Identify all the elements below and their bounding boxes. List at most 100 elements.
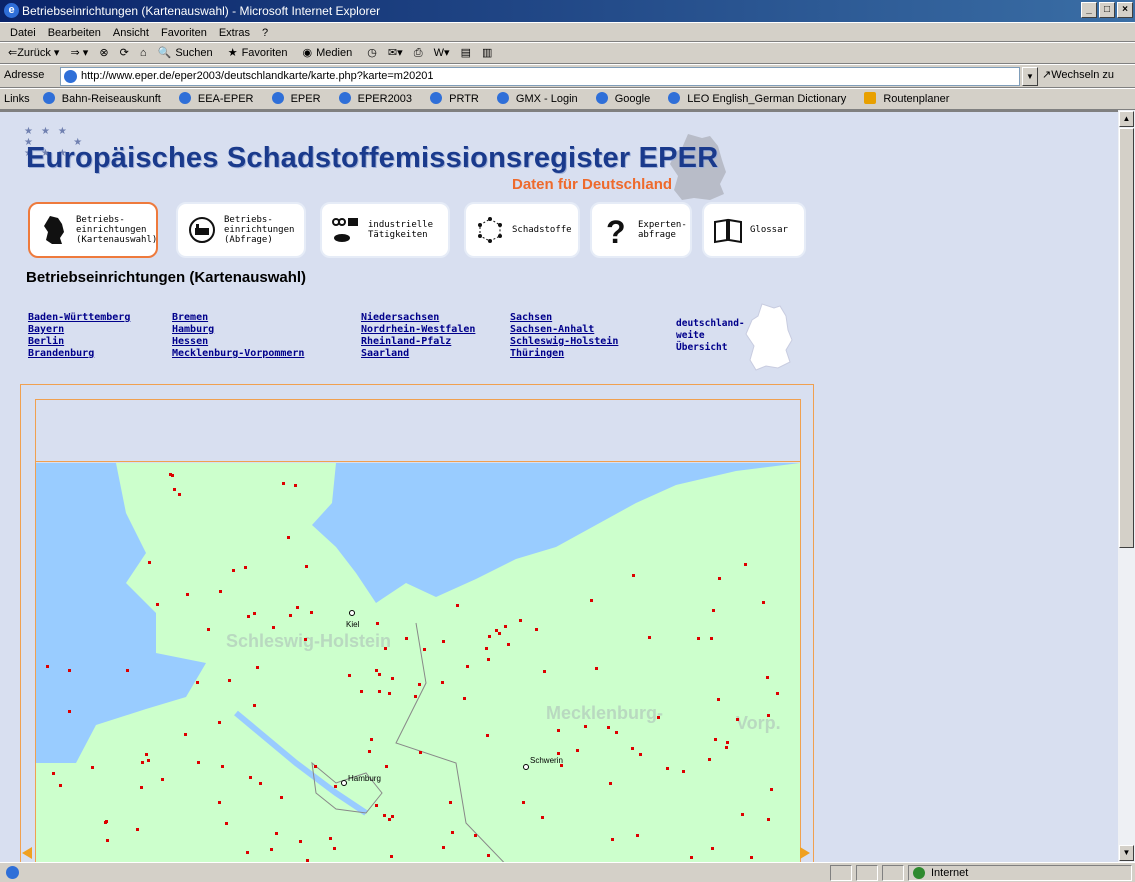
state-link[interactable]: Nordrhein-Westfalen <box>361 324 475 336</box>
facility-marker[interactable] <box>456 604 459 607</box>
facility-marker[interactable] <box>360 690 363 693</box>
facility-marker[interactable] <box>104 821 107 824</box>
facility-marker[interactable] <box>304 638 307 641</box>
facility-marker[interactable] <box>767 818 770 821</box>
facility-marker[interactable] <box>595 667 598 670</box>
facility-marker[interactable] <box>717 698 720 701</box>
address-input[interactable]: http://www.eper.de/eper2003/deutschlandk… <box>60 67 1020 86</box>
scroll-down-arrow[interactable]: ▼ <box>1119 845 1134 861</box>
go-button[interactable]: ↗Wechseln zu <box>1042 65 1114 85</box>
link-google[interactable]: Google <box>591 92 660 105</box>
link-gmx[interactable]: GMX - Login <box>492 92 588 105</box>
facility-marker[interactable] <box>576 749 579 752</box>
print-icon[interactable]: ⎙ <box>410 47 427 59</box>
facility-marker[interactable] <box>648 636 651 639</box>
facility-marker[interactable] <box>442 846 445 849</box>
facility-marker[interactable] <box>232 569 235 572</box>
menu-datei[interactable]: Datei <box>0 27 42 39</box>
facility-marker[interactable] <box>178 493 181 496</box>
facility-marker[interactable] <box>299 840 302 843</box>
facility-marker[interactable] <box>218 801 221 804</box>
facility-marker[interactable] <box>383 814 386 817</box>
facility-marker[interactable] <box>636 834 639 837</box>
facility-marker[interactable] <box>770 788 773 791</box>
facility-marker[interactable] <box>147 759 150 762</box>
state-link[interactable]: Thüringen <box>510 348 618 360</box>
facility-marker[interactable] <box>272 626 275 629</box>
menu-bearbeiten[interactable]: Bearbeiten <box>42 27 107 39</box>
facility-marker[interactable] <box>59 784 62 787</box>
facility-marker[interactable] <box>91 766 94 769</box>
scroll-thumb[interactable] <box>1119 128 1134 548</box>
facility-marker[interactable] <box>405 637 408 640</box>
facility-marker[interactable] <box>256 666 259 669</box>
facility-marker[interactable] <box>219 590 222 593</box>
state-link[interactable]: Sachsen <box>510 312 618 324</box>
scroll-up-arrow[interactable]: ▲ <box>1119 111 1134 127</box>
facility-marker[interactable] <box>228 679 231 682</box>
facility-map[interactable]: Schleswig-Holstein Mecklenburg- Vorp. Ki… <box>36 463 800 862</box>
search-button[interactable]: 🔍 Suchen <box>154 47 221 59</box>
facility-marker[interactable] <box>609 782 612 785</box>
facility-marker[interactable] <box>543 670 546 673</box>
facility-marker[interactable] <box>378 673 381 676</box>
state-link[interactable]: Bremen <box>172 312 304 324</box>
facility-marker[interactable] <box>557 752 560 755</box>
facility-marker[interactable] <box>666 767 669 770</box>
facility-marker[interactable] <box>310 611 313 614</box>
germany-overview-map-icon[interactable] <box>740 302 796 372</box>
facility-marker[interactable] <box>270 848 273 851</box>
facility-marker[interactable] <box>682 770 685 773</box>
facility-marker[interactable] <box>287 536 290 539</box>
facility-marker[interactable] <box>776 692 779 695</box>
facility-marker[interactable] <box>495 629 498 632</box>
facility-marker[interactable] <box>52 772 55 775</box>
facility-marker[interactable] <box>590 599 593 602</box>
facility-marker[interactable] <box>294 484 297 487</box>
facility-marker[interactable] <box>712 609 715 612</box>
facility-marker[interactable] <box>106 839 109 842</box>
facility-marker[interactable] <box>584 725 587 728</box>
facility-marker[interactable] <box>68 710 71 713</box>
facility-marker[interactable] <box>126 669 129 672</box>
link-leo[interactable]: LEO English_German Dictionary <box>663 92 856 105</box>
facility-marker[interactable] <box>441 681 444 684</box>
facility-marker[interactable] <box>423 648 426 651</box>
favorites-button[interactable]: ★ Favoriten <box>224 47 296 59</box>
facility-marker[interactable] <box>632 574 635 577</box>
facility-marker[interactable] <box>218 721 221 724</box>
link-routenplaner[interactable]: Routenplaner <box>859 92 959 105</box>
refresh-icon[interactable]: ⟳ <box>116 47 133 59</box>
facility-marker[interactable] <box>418 683 421 686</box>
state-link[interactable]: Rheinland-Pfalz <box>361 336 475 348</box>
facility-marker[interactable] <box>726 741 729 744</box>
facility-marker[interactable] <box>631 747 634 750</box>
state-link[interactable]: Berlin <box>28 336 130 348</box>
mail-icon[interactable]: ✉▾ <box>384 47 407 59</box>
state-link[interactable]: Niedersachsen <box>361 312 475 324</box>
facility-marker[interactable] <box>136 828 139 831</box>
vertical-scrollbar[interactable]: ▲ ▼ <box>1118 110 1135 862</box>
facility-marker[interactable] <box>519 619 522 622</box>
link-prtr[interactable]: PRTR <box>425 92 489 105</box>
facility-marker[interactable] <box>173 488 176 491</box>
facility-marker[interactable] <box>697 637 700 640</box>
facility-marker[interactable] <box>414 695 417 698</box>
link-eea-eper[interactable]: EEA-EPER <box>174 92 264 105</box>
facility-marker[interactable] <box>289 614 292 617</box>
facility-marker[interactable] <box>504 625 507 628</box>
media-button[interactable]: ◉ Medien <box>299 47 361 59</box>
facility-marker[interactable] <box>334 785 337 788</box>
facility-marker[interactable] <box>388 818 391 821</box>
facility-marker[interactable] <box>507 643 510 646</box>
facility-marker[interactable] <box>333 847 336 850</box>
facility-marker[interactable] <box>249 776 252 779</box>
facility-marker[interactable] <box>375 804 378 807</box>
facility-marker[interactable] <box>541 816 544 819</box>
facility-marker[interactable] <box>329 837 332 840</box>
stop-icon[interactable]: ⊗ <box>95 47 112 59</box>
facility-marker[interactable] <box>736 718 739 721</box>
facility-marker[interactable] <box>370 738 373 741</box>
menu-favoriten[interactable]: Favoriten <box>155 27 213 39</box>
facility-marker[interactable] <box>140 786 143 789</box>
